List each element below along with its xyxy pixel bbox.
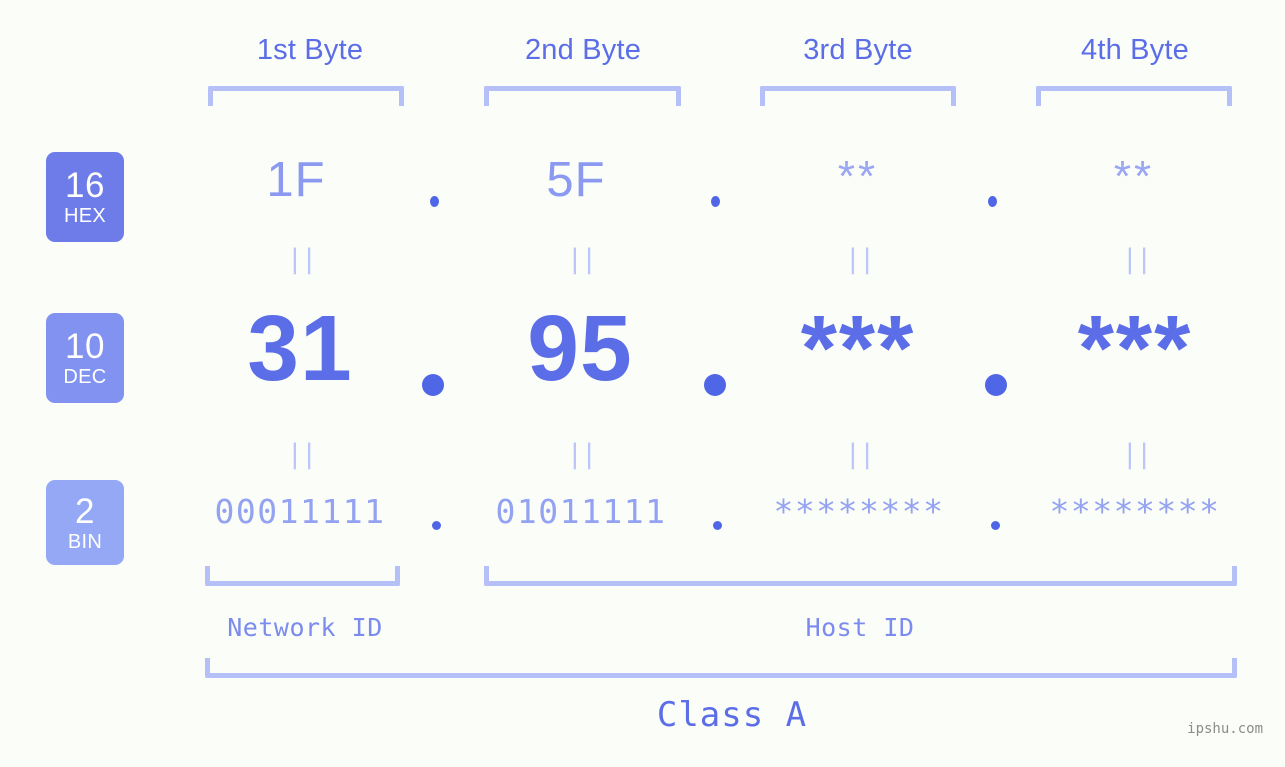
- radix-badge-dec: 10 DEC: [46, 313, 124, 403]
- dec-byte-4: ***: [1077, 296, 1193, 400]
- host-id-bracket: [484, 566, 1237, 586]
- equals-marker-dec-bin-2: ||: [566, 439, 598, 470]
- dec-separator-dot-2: [704, 374, 726, 396]
- class-label: Class A: [656, 695, 808, 735]
- radix-badge-dec-number: 10: [65, 327, 105, 366]
- radix-badge-bin-number: 2: [75, 491, 95, 531]
- dec-separator-dot-1: [422, 374, 444, 396]
- hex-byte-4: **: [1113, 152, 1155, 201]
- hex-byte-1: 1F: [266, 153, 326, 207]
- equals-marker-dec-bin-3: ||: [844, 439, 876, 470]
- ip-address-breakdown-diagram: 1st Byte 2nd Byte 3rd Byte 4th Byte 16 H…: [0, 0, 1285, 767]
- radix-badge-hex-number: 16: [65, 166, 105, 205]
- site-watermark: ipshu.com: [1187, 721, 1263, 737]
- dec-byte-3: ***: [800, 296, 916, 400]
- byte-header-label-2: 2nd Byte: [524, 34, 642, 66]
- radix-badge-dec-label: DEC: [63, 366, 107, 388]
- class-bracket: [205, 658, 1237, 678]
- radix-badge-hex-label: HEX: [63, 205, 107, 227]
- equals-marker-hex-dec-4: ||: [1121, 244, 1153, 275]
- network-id-bracket: [205, 566, 400, 586]
- bin-byte-4: ********: [1049, 492, 1221, 531]
- radix-badge-bin-label: BIN: [67, 530, 103, 553]
- byte-bracket-top-3: [760, 86, 956, 106]
- hex-separator-dot-1: [430, 196, 439, 207]
- bin-byte-3: ********: [773, 492, 945, 531]
- equals-marker-dec-bin-1: ||: [286, 439, 318, 470]
- equals-marker-hex-dec-1: ||: [286, 244, 318, 275]
- byte-bracket-top-4: [1036, 86, 1232, 106]
- hex-separator-dot-3: [988, 196, 997, 207]
- radix-badge-hex: 16 HEX: [46, 152, 124, 242]
- equals-marker-hex-dec-2: ||: [566, 244, 598, 275]
- dec-separator-dot-3: [985, 374, 1007, 396]
- byte-bracket-top-2: [484, 86, 681, 106]
- byte-header-label-4: 4th Byte: [1081, 34, 1189, 66]
- byte-header-label-3: 3rd Byte: [803, 34, 913, 66]
- dec-byte-2: 95: [527, 296, 633, 400]
- equals-marker-dec-bin-4: ||: [1121, 439, 1153, 470]
- bin-separator-dot-3: [991, 521, 1000, 530]
- bin-byte-1: 00011111: [214, 492, 386, 531]
- hex-byte-2: 5F: [546, 153, 606, 207]
- dec-byte-1: 31: [247, 296, 353, 400]
- bin-separator-dot-2: [713, 521, 722, 530]
- host-id-label: Host ID: [805, 613, 915, 642]
- radix-badge-bin: 2 BIN: [46, 480, 124, 565]
- bin-byte-2: 01011111: [495, 492, 667, 531]
- hex-byte-3: **: [837, 152, 879, 201]
- byte-header-label-1: 1st Byte: [256, 34, 364, 66]
- byte-bracket-top-1: [208, 86, 404, 106]
- bin-separator-dot-1: [432, 521, 441, 530]
- equals-marker-hex-dec-3: ||: [844, 244, 876, 275]
- network-id-label: Network ID: [227, 613, 383, 642]
- hex-separator-dot-2: [711, 196, 720, 207]
